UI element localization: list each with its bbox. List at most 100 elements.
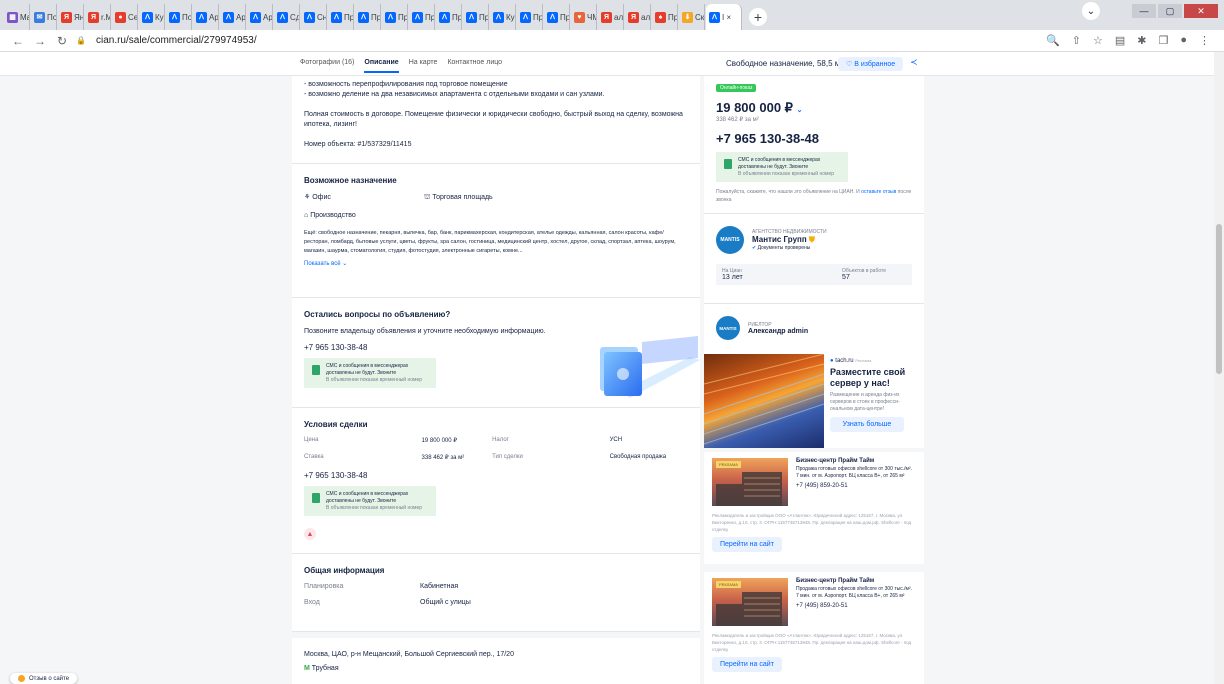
- browser-tab[interactable]: ♥ЧМ: [571, 4, 597, 30]
- ad-prime-time[interactable]: РЕКЛАМА Бизнес-центр Прайм Тайм Продажа …: [704, 572, 924, 684]
- general-value: Кабинетная: [420, 583, 459, 590]
- deal-phone[interactable]: +7 965 130-38-48: [304, 471, 688, 480]
- puzzle-icon[interactable]: ✱: [1137, 34, 1146, 47]
- desc-line: - возможность перепрофилирования под тор…: [304, 81, 508, 88]
- browser-tab[interactable]: ⬇Ска: [679, 4, 705, 30]
- tab-favicon-icon: ᐱ: [250, 11, 261, 23]
- browser-tab[interactable]: ᐱАре: [220, 4, 246, 30]
- online-badge: Онлайн-показ: [716, 84, 757, 92]
- browser-tab[interactable]: ᐱАре: [247, 4, 273, 30]
- tab-favicon-icon: ᐱ: [223, 11, 234, 23]
- zoom-icon[interactable]: 🔍: [1046, 34, 1060, 47]
- shield-icon: ⛊: [808, 235, 815, 244]
- browser-tab[interactable]: Яr.M: [85, 4, 111, 30]
- call-note: Пожалуйста, скажите, что нашли это объяв…: [716, 188, 912, 204]
- ad-prime-phone[interactable]: +7 (495) 859-20-51: [796, 483, 916, 489]
- minimize-button[interactable]: —: [1132, 4, 1156, 18]
- agency-name[interactable]: Мантис Групп ⛊: [752, 235, 827, 245]
- on-cian: На Циан 13 лет: [722, 268, 743, 281]
- account-icon[interactable]: ●: [1180, 34, 1187, 47]
- ad-prime-image: РЕКЛАМА: [712, 578, 788, 626]
- bookmark-star-icon[interactable]: ☆: [1093, 34, 1103, 47]
- browser-tab[interactable]: ♠Прс: [652, 4, 678, 30]
- browser-tab[interactable]: ᐱКуп: [139, 4, 165, 30]
- price-per-meter: 338 462 ₽ за м²: [716, 117, 759, 123]
- url-field[interactable]: cian.ru/sale/commercial/279974953/: [96, 35, 257, 46]
- browser-tab[interactable]: ᐱПрс: [355, 4, 381, 30]
- browser-tab[interactable]: ЯЯнд: [58, 4, 84, 30]
- ad-prime-time[interactable]: РЕКЛАМА Бизнес-центр Прайм Тайм Продажа …: [704, 452, 924, 564]
- tab-title: Прс: [425, 12, 435, 22]
- address-text[interactable]: Москва, ЦАО, р-н Мещанский, Большой Серг…: [304, 650, 688, 660]
- site-feedback-button[interactable]: Отзыв о сайте: [10, 673, 78, 684]
- ad-prime-phone[interactable]: +7 (495) 859-20-51: [796, 603, 916, 609]
- learn-more-button[interactable]: Узнать больше: [830, 417, 904, 432]
- browser-tab[interactable]: ᐱКуп: [490, 4, 516, 30]
- share-icon[interactable]: ⇧: [1072, 34, 1081, 47]
- favorite-button[interactable]: ♡ В избранное: [838, 57, 904, 71]
- browser-tab[interactable]: Яала: [598, 4, 624, 30]
- browser-tab[interactable]: ᐱПрс: [517, 4, 543, 30]
- profile-icon[interactable]: ⌄: [1082, 2, 1100, 20]
- ad-tach-image: [704, 354, 824, 448]
- back-icon[interactable]: ←: [10, 34, 26, 48]
- browser-tab[interactable]: ▦Mai: [4, 4, 30, 30]
- phone-number[interactable]: +7 965 130-38-48: [716, 131, 912, 146]
- forward-icon[interactable]: →: [32, 34, 48, 48]
- address-bar: ← → ↻ 🔒 cian.ru/sale/commercial/27997495…: [0, 30, 1224, 52]
- tab-favicon-icon: ♠: [655, 11, 666, 23]
- price-history-icon[interactable]: ⌄: [797, 107, 803, 114]
- reload-icon[interactable]: ↻: [54, 34, 70, 48]
- tab-favicon-icon: ᐱ: [331, 11, 342, 23]
- browser-tab[interactable]: ᐱПрс: [463, 4, 489, 30]
- deal-title: Условия сделки: [304, 420, 368, 429]
- extension-icon[interactable]: ▤: [1115, 34, 1125, 47]
- browser-tab[interactable]: ᐱСда: [274, 4, 300, 30]
- browser-tab[interactable]: ᐱПрс: [544, 4, 570, 30]
- share-button[interactable]: ≺: [910, 57, 918, 68]
- browser-tab[interactable]: ᐱПок: [166, 4, 192, 30]
- browser-tab[interactable]: ✉ По: [31, 4, 57, 30]
- deal-label: Налог: [492, 437, 509, 443]
- tab-title: Ска: [695, 12, 705, 22]
- purpose-label: Торговая площадь: [432, 194, 493, 201]
- purpose-more: Ещё: свободное назначение, пекарня, выпе…: [304, 230, 676, 254]
- purpose-production: ⌂ Производство: [304, 212, 688, 219]
- sms-notice: СМС и сообщения в мессенджерах доставлен…: [304, 486, 436, 516]
- tab-description[interactable]: Описание: [364, 59, 399, 73]
- browser-tab[interactable]: ᐱПрс: [328, 4, 354, 30]
- new-tab-button[interactable]: +: [749, 8, 767, 26]
- tab-title: ала: [614, 12, 624, 22]
- sms-line: СМС и сообщения в мессенджерах: [326, 363, 409, 369]
- tab-photos[interactable]: Фотографии (16): [300, 59, 354, 73]
- browser-tab[interactable]: Яала: [625, 4, 651, 30]
- maximize-button[interactable]: ▢: [1158, 4, 1182, 18]
- browser-tab[interactable]: ●Сел: [112, 4, 138, 30]
- deal-label: Тип сделки: [492, 454, 523, 460]
- ad-tach[interactable]: ● tach.ru Реклама Разместите свой сервер…: [704, 354, 924, 448]
- tab-contact[interactable]: Контактное лицо: [447, 59, 502, 73]
- browser-tab[interactable]: ᐱПрс: [409, 4, 435, 30]
- tab-map[interactable]: На карте: [409, 59, 438, 73]
- go-to-site-button[interactable]: Перейти на сайт: [712, 537, 782, 552]
- close-button[interactable]: ✕: [1184, 4, 1218, 18]
- browser-tab[interactable]: ᐱАре: [193, 4, 219, 30]
- realtor-name[interactable]: Александр admin: [748, 328, 808, 335]
- sidebar-icon[interactable]: ❐: [1158, 34, 1168, 47]
- report-icon[interactable]: ▲: [304, 528, 316, 540]
- page-scrollbar[interactable]: [1214, 52, 1224, 684]
- tab-title: Аре: [263, 12, 273, 22]
- objects-value: 57: [842, 274, 850, 281]
- menu-icon[interactable]: ⋮: [1199, 34, 1210, 47]
- deal-value: УСН: [609, 437, 623, 443]
- browser-tab[interactable]: ᐱПрс: [382, 4, 408, 30]
- sms-line: доставлены не будут. Звоните: [326, 498, 397, 504]
- browser-tab[interactable]: ᐱПрс: [436, 4, 462, 30]
- browser-tab[interactable]: ᐱСни: [301, 4, 327, 30]
- show-all-link[interactable]: Показать всё ⌄: [304, 260, 688, 267]
- go-to-site-button[interactable]: Перейти на сайт: [712, 657, 782, 672]
- ad-text: Размещение и аренда физ-их серверов в ст…: [830, 392, 900, 412]
- scrollbar-thumb[interactable]: [1216, 224, 1222, 374]
- review-link[interactable]: оставьте отзыв: [861, 189, 896, 195]
- browser-tab[interactable]: ᐱI ×: [706, 4, 742, 30]
